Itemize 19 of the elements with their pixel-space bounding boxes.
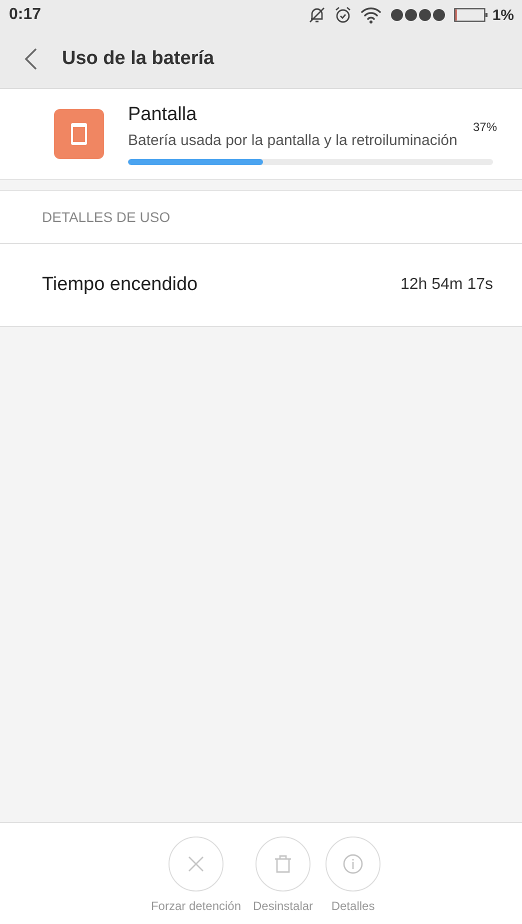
page-title: Uso de la batería <box>62 48 214 70</box>
usage-percent: 37% <box>472 120 497 134</box>
action-label: Desinstalar <box>253 899 314 913</box>
alarm-icon <box>334 6 352 24</box>
battery-icon <box>454 8 488 22</box>
battery-percent: 1% <box>492 6 514 24</box>
detail-label: Tiempo encendido <box>42 274 198 296</box>
detail-value: 12h 54m 17s <box>400 276 493 294</box>
action-label: Detalles <box>331 899 375 913</box>
back-icon[interactable] <box>24 47 38 71</box>
item-description: Batería usada por la pantalla y la retroiluminación <box>128 132 458 148</box>
status-time: 0:17 <box>9 6 42 24</box>
bell-off-icon <box>308 6 326 24</box>
item-name: Pantalla <box>128 104 198 126</box>
wifi-icon <box>360 6 382 24</box>
section-heading: DETALLES DE USO <box>42 209 170 225</box>
action-label: Forzar detención <box>150 899 241 913</box>
signal-icon <box>390 8 446 22</box>
screen-icon <box>54 109 104 159</box>
